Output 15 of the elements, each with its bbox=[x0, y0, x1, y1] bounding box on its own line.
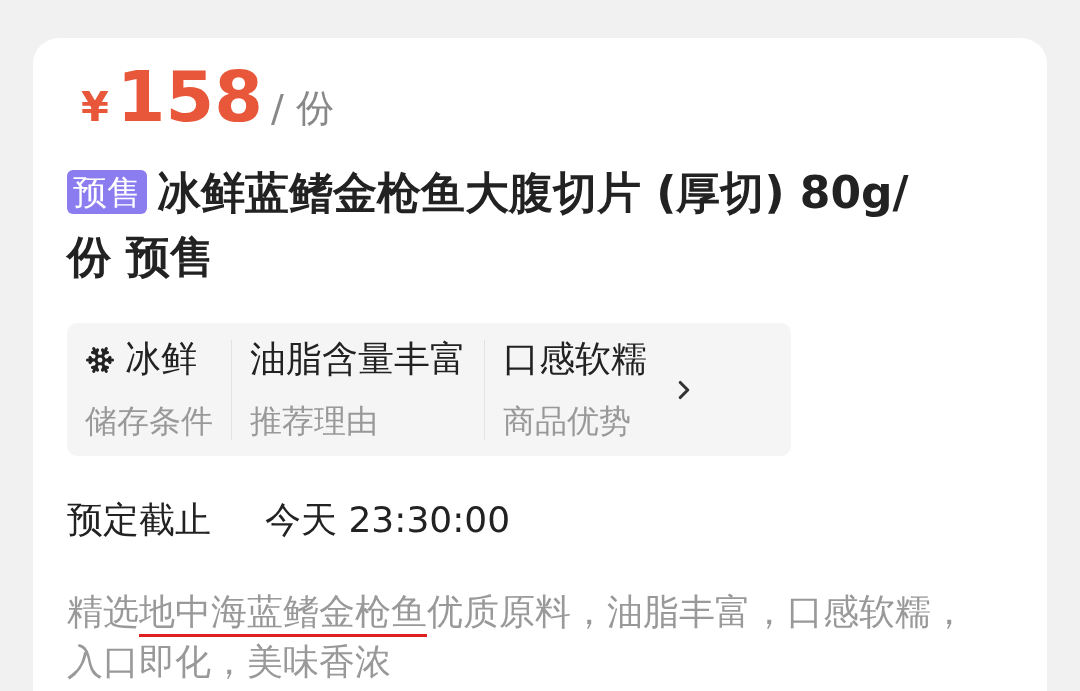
presale-badge: 预售 bbox=[67, 170, 147, 214]
attribute-label: 储存条件 bbox=[85, 401, 213, 442]
deadline-label: 预定截止 bbox=[67, 498, 211, 542]
attributes-panel[interactable]: 冰鲜 储存条件 油脂含量丰富 推荐理由 口感软糯 商品优势 bbox=[67, 323, 791, 456]
price: 158 bbox=[116, 62, 263, 132]
attribute-value: 油脂含量丰富 bbox=[250, 337, 466, 381]
deadline-value: 今天 23:30:00 bbox=[265, 498, 511, 542]
product-description: 精选地中海蓝鳍金枪鱼优质原料，油脂丰富，口感软糯，入口即化，美味香浓 bbox=[67, 590, 968, 684]
attribute-label: 商品优势 bbox=[503, 401, 632, 442]
attribute-value: 口感软糯 bbox=[503, 337, 647, 381]
attribute-value: 冰鲜 bbox=[85, 335, 213, 384]
snowflake-icon bbox=[85, 344, 115, 375]
attribute-label: 推荐理由 bbox=[250, 401, 379, 442]
price-unit: / 份 bbox=[270, 85, 334, 132]
currency-symbol: ¥ bbox=[81, 84, 109, 130]
